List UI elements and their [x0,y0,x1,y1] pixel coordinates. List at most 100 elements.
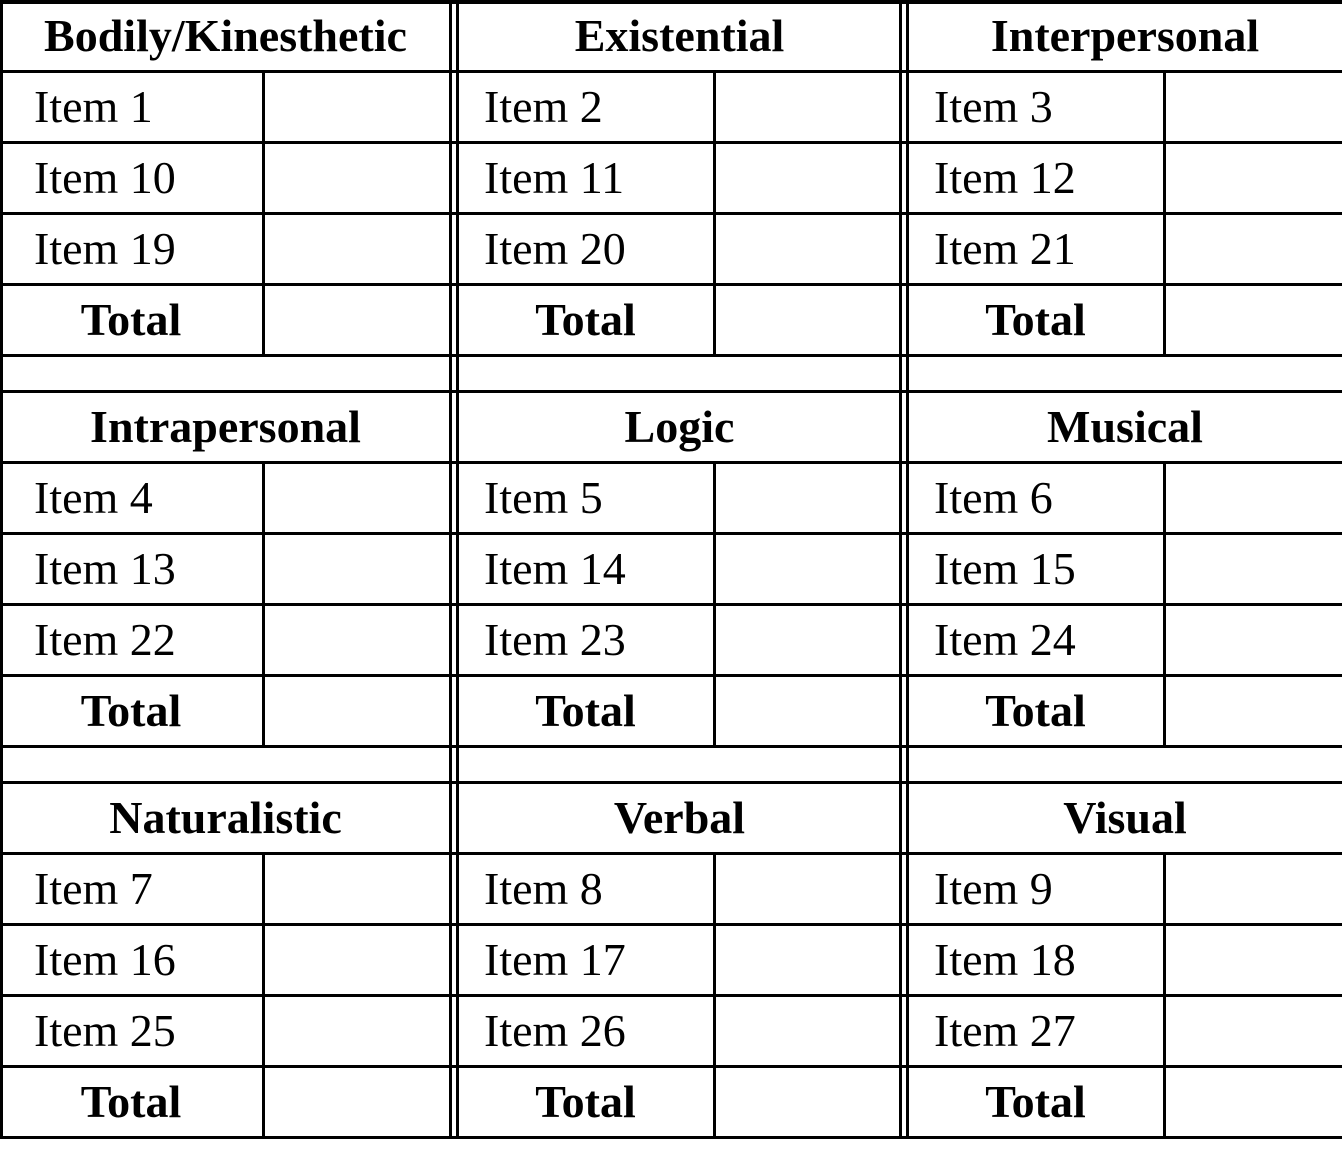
cell-divider [1163,1066,1166,1139]
left-border [0,0,3,1137]
cell-divider [713,675,716,748]
category-header-naturalistic: Naturalistic [109,792,342,843]
item-score-cell[interactable] [266,214,451,284]
item-score-cell[interactable] [266,72,451,142]
item-label: Item 24 [934,614,1076,665]
total-score-cell[interactable] [717,285,901,355]
item-score-cell[interactable] [1167,854,1342,924]
cell-divider [262,853,265,926]
cell-divider [1163,142,1166,215]
item-score-cell[interactable] [717,854,901,924]
item-score-cell[interactable] [266,605,451,675]
total-score-cell[interactable] [1167,285,1342,355]
item-label: Item 14 [484,543,626,594]
total-label: Total [80,1076,182,1127]
category-header-verbal: Verbal [613,792,746,843]
group-separator [899,0,902,1137]
cell-divider [713,284,716,357]
item-score-cell[interactable] [1167,605,1342,675]
total-score-cell[interactable] [1167,676,1342,746]
row-divider [0,994,1342,997]
cell-divider [262,924,265,997]
row-divider [0,603,1342,606]
item-score-cell[interactable] [1167,72,1342,142]
item-score-cell[interactable] [1167,143,1342,213]
total-label: Total [985,685,1086,736]
cell-divider [262,213,265,286]
item-label: Item 11 [484,152,625,203]
category-header-interpersonal: Interpersonal [990,10,1260,61]
row-divider [0,461,1342,464]
total-score-cell[interactable] [266,285,451,355]
item-label: Item 3 [934,81,1053,132]
total-label: Total [535,294,636,345]
item-score-cell[interactable] [266,143,451,213]
item-label: Item 15 [934,543,1076,594]
item-score-cell[interactable] [717,925,901,995]
cell-divider [1163,853,1166,926]
cell-divider [1163,995,1166,1068]
cell-divider [713,71,716,144]
item-score-cell[interactable] [266,996,451,1066]
total-score-cell[interactable] [266,1067,451,1137]
total-label: Total [535,685,636,736]
category-header-intrapersonal: Intrapersonal [90,401,361,452]
cell-divider [262,284,265,357]
item-label: Item 9 [934,863,1053,914]
cell-divider [713,924,716,997]
item-score-cell[interactable] [1167,534,1342,604]
total-label: Total [985,294,1086,345]
item-score-cell[interactable] [717,72,901,142]
item-score-cell[interactable] [717,605,901,675]
category-header-musical: Musical [1047,401,1203,452]
item-score-cell[interactable] [266,534,451,604]
cell-divider [262,675,265,748]
total-score-cell[interactable] [717,1067,901,1137]
item-label: Item 1 [34,81,153,132]
cell-divider [713,142,716,215]
total-score-cell[interactable] [717,676,901,746]
total-label: Total [985,1076,1086,1127]
cell-divider [713,462,716,535]
cell-divider [713,1066,716,1139]
item-label: Item 8 [484,863,603,914]
item-label: Item 19 [34,223,176,274]
item-score-cell[interactable] [266,854,451,924]
total-label: Total [535,1076,636,1127]
item-score-cell[interactable] [717,996,901,1066]
cell-divider [262,1066,265,1139]
total-score-cell[interactable] [266,676,451,746]
item-score-cell[interactable] [266,925,451,995]
group-separator [906,0,909,1137]
item-score-cell[interactable] [1167,996,1342,1066]
total-label: Total [80,294,182,345]
item-label: Item 10 [34,152,176,203]
item-score-cell[interactable] [717,463,901,533]
item-label: Item 25 [34,1005,176,1056]
cell-divider [262,533,265,606]
cell-divider [713,533,716,606]
cell-divider [1163,213,1166,286]
item-label: Item 18 [934,934,1076,985]
item-score-cell[interactable] [717,214,901,284]
row-divider [0,212,1342,215]
row-divider [0,532,1342,535]
category-header-bodily-kinesthetic: Bodily/Kinesthetic [44,10,407,61]
item-label: Item 6 [934,472,1053,523]
item-score-cell[interactable] [717,534,901,604]
item-label: Item 5 [484,472,603,523]
total-score-cell[interactable] [1167,1067,1342,1137]
category-header-visual: Visual [1063,792,1187,843]
row-divider [0,1136,1342,1139]
cell-divider [1163,675,1166,748]
group-separator [456,0,459,1137]
item-score-cell[interactable] [266,463,451,533]
item-label: Item 26 [484,1005,626,1056]
item-score-cell[interactable] [1167,214,1342,284]
item-score-cell[interactable] [717,143,901,213]
item-score-cell[interactable] [1167,925,1342,995]
row-divider [0,283,1342,286]
cell-divider [1163,284,1166,357]
cell-divider [1163,462,1166,535]
item-score-cell[interactable] [1167,463,1342,533]
